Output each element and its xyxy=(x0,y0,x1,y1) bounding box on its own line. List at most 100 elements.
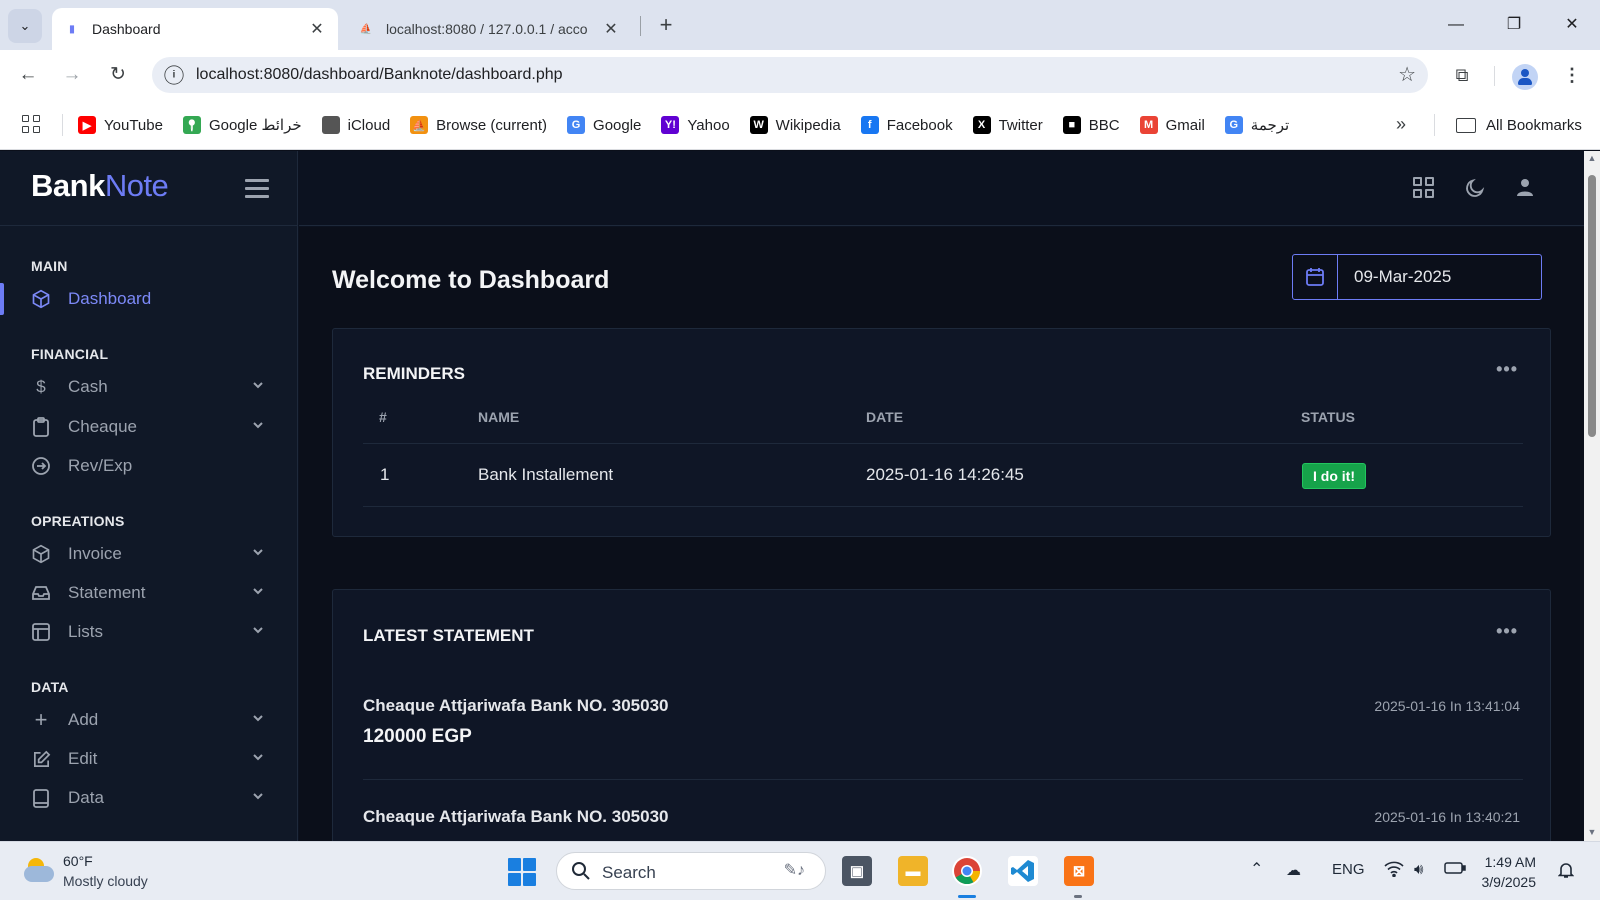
weather-cloud-icon[interactable] xyxy=(22,856,56,884)
bookmark-bbc[interactable]: ■ BBC xyxy=(1062,116,1120,134)
minimize-button[interactable]: — xyxy=(1436,10,1476,40)
table-icon xyxy=(31,622,51,642)
url-text[interactable]: localhost:8080/dashboard/Banknote/dashbo… xyxy=(196,66,563,84)
show-hidden-icons-icon[interactable]: ⌃ xyxy=(1250,859,1263,879)
cube-icon xyxy=(31,289,51,309)
dollar-icon: $ xyxy=(36,377,46,396)
taskbar-search-box[interactable]: Search ✎♪ xyxy=(556,852,826,890)
onedrive-cloud-icon[interactable]: ☁ xyxy=(1286,861,1301,879)
apps-grid-icon[interactable] xyxy=(22,115,42,135)
bookmark-maps[interactable]: 📍︎ Google خرائط xyxy=(182,116,302,134)
statement-title: Cheaque Attjariwafa Bank NO. 305030 xyxy=(363,696,669,715)
apps-grid-icon[interactable] xyxy=(1413,177,1437,201)
sidebar-item-cheaque[interactable]: Cheaque xyxy=(0,409,298,445)
sidebar-item-dashboard[interactable]: Dashboard xyxy=(0,281,298,317)
hamburger-menu-icon[interactable] xyxy=(245,178,269,198)
translate-icon: G xyxy=(1224,116,1243,134)
sidebar-item-add[interactable]: + Add xyxy=(0,702,298,738)
nav-section-financial: FINANCIAL xyxy=(31,346,109,362)
system-clock[interactable]: 1:49 AM 3/9/2025 xyxy=(1466,852,1537,892)
column-header-date: DATE xyxy=(866,409,904,425)
reminders-title: REMINDERS xyxy=(363,364,466,383)
scrollbar-thumb[interactable] xyxy=(1588,175,1596,437)
user-icon[interactable] xyxy=(1513,177,1537,201)
chevron-down-icon xyxy=(251,711,265,725)
sidebar-item-invoice[interactable]: Invoice xyxy=(0,536,298,572)
browser-toolbar: ← → ↻ i localhost:8080/dashboard/Banknot… xyxy=(0,50,1600,100)
more-options-icon[interactable]: ••• xyxy=(1496,621,1518,642)
chrome-active-indicator xyxy=(958,895,976,898)
sidebar-item-label: Cash xyxy=(68,377,108,396)
more-bookmarks-icon[interactable]: » xyxy=(1396,114,1406,135)
status-done-button[interactable]: I do it! xyxy=(1302,463,1366,489)
bookmark-label: BBC xyxy=(1088,116,1120,134)
bookmarks-bar: ▶ YouTube 📍︎ Google خرائط iCloud ⛵ Browse (cur… xyxy=(0,100,1600,150)
bookmark-x[interactable]: X Twitter xyxy=(972,116,1043,134)
forward-button[interactable]: → xyxy=(58,61,86,89)
scroll-up-icon[interactable]: ▲ xyxy=(1587,153,1597,163)
battery-icon[interactable] xyxy=(1444,861,1466,879)
new-tab-button[interactable]: + xyxy=(652,12,680,40)
sidebar-item-statement[interactable]: Statement xyxy=(0,575,298,611)
sidebar-item-edit[interactable]: Edit xyxy=(0,741,298,777)
language-indicator[interactable]: ENG xyxy=(1332,861,1365,878)
youtube-icon: ▶ xyxy=(78,116,96,134)
all-bookmarks-button[interactable]: All Bookmarks xyxy=(1456,100,1582,150)
bookmark-translate[interactable]: G ترجمة xyxy=(1224,116,1289,134)
close-window-button[interactable]: ✕ xyxy=(1552,10,1592,40)
nav-section-operations: OPREATIONS xyxy=(31,513,125,529)
calendar-icon[interactable] xyxy=(1293,255,1338,299)
reload-button[interactable]: ↻ xyxy=(104,61,132,89)
sidebar-item-label: Add xyxy=(68,710,99,729)
app-logo[interactable]: BankNote xyxy=(31,168,169,204)
task-view-icon[interactable]: ▣ xyxy=(842,856,872,886)
wifi-icon[interactable] xyxy=(1384,861,1404,881)
bookmark-pma[interactable]: ⛵ Browse (current) xyxy=(410,116,547,134)
scroll-down-icon[interactable]: ▼ xyxy=(1587,827,1597,837)
site-info-icon[interactable]: i xyxy=(164,65,184,85)
volume-icon[interactable]: 🔊︎ xyxy=(1414,861,1423,878)
address-bar[interactable]: i localhost:8080/dashboard/Banknote/dash… xyxy=(152,57,1428,93)
bookmark-google[interactable]: G Google xyxy=(567,116,641,134)
x-icon: X xyxy=(972,116,991,134)
bookmark-facebook[interactable]: f Facebook xyxy=(860,116,953,134)
back-button[interactable]: ← xyxy=(14,61,42,89)
close-tab-icon[interactable]: ✕ xyxy=(308,19,326,39)
notification-bell-icon[interactable] xyxy=(1557,861,1575,883)
file-explorer-icon[interactable]: ▬ xyxy=(898,856,928,886)
bookmark-star-icon[interactable]: ☆ xyxy=(1398,62,1416,87)
sidebar-item-lists[interactable]: Lists xyxy=(0,614,298,650)
xampp-running-indicator xyxy=(1074,895,1082,898)
tab-search-button[interactable]: ⌄ xyxy=(8,9,42,43)
weather-condition[interactable]: Mostly cloudy xyxy=(63,873,148,889)
bookmark-gmail[interactable]: M Gmail xyxy=(1139,116,1205,134)
bookmark-yahoo[interactable]: Y! Yahoo xyxy=(661,116,730,134)
sidebar-item-cash[interactable]: $ Cash xyxy=(0,369,298,405)
bookmark-youtube[interactable]: ▶ YouTube xyxy=(78,116,163,134)
restore-button[interactable]: ❐ xyxy=(1494,10,1534,40)
more-options-icon[interactable]: ••• xyxy=(1496,359,1518,380)
latest-statement-title: LATEST STATEMENT xyxy=(363,626,534,645)
chrome-icon[interactable] xyxy=(952,856,982,886)
weather-temperature[interactable]: 60°F xyxy=(63,853,93,869)
date-picker[interactable]: 09-Mar-2025 xyxy=(1292,254,1542,300)
profile-avatar-icon[interactable] xyxy=(1512,64,1538,90)
column-header-number: # xyxy=(379,409,387,425)
dark-mode-moon-icon[interactable] xyxy=(1463,177,1487,201)
bookmark-wikipedia[interactable]: W Wikipedia xyxy=(749,116,841,134)
bookmark-apple[interactable]: iCloud xyxy=(321,116,390,134)
sidebar-item-rev-exp[interactable]: Rev/Exp xyxy=(0,448,298,484)
close-tab-icon[interactable]: ✕ xyxy=(602,19,620,39)
vscode-icon[interactable] xyxy=(1008,856,1038,886)
page-scrollbar[interactable]: ▲ ▼ xyxy=(1584,151,1600,841)
windows-start-icon[interactable] xyxy=(508,858,536,886)
sidebar-item-data[interactable]: Data xyxy=(0,780,298,816)
tab-phpmyadmin[interactable]: ⛵ localhost:8080 / 127.0.0.1 / acco ✕ xyxy=(346,8,632,50)
date-value[interactable]: 09-Mar-2025 xyxy=(1338,255,1451,299)
gmail-icon: M xyxy=(1139,116,1158,134)
menu-kebab-icon[interactable]: ⋮ xyxy=(1558,61,1586,89)
extensions-icon[interactable]: ⧉ xyxy=(1448,61,1476,89)
xampp-icon[interactable]: ⊠ xyxy=(1064,856,1094,886)
bookmark-label: Twitter xyxy=(998,116,1043,134)
tab-dashboard[interactable]: ▮ Dashboard ✕ xyxy=(52,8,338,50)
